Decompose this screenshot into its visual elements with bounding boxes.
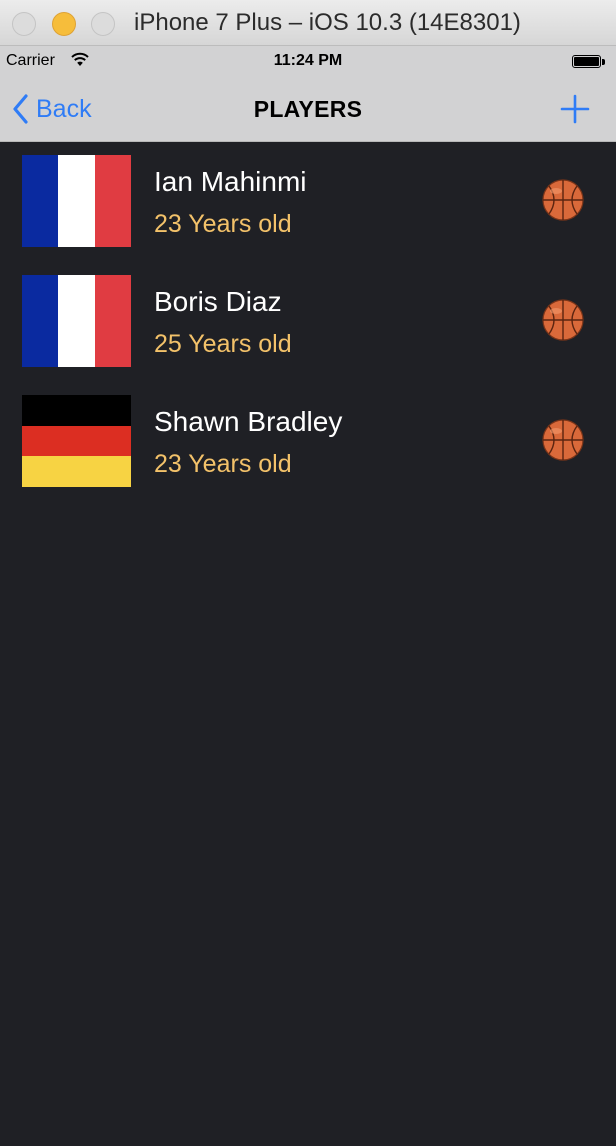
window-zoom-button[interactable] xyxy=(91,12,115,36)
player-name: Shawn Bradley xyxy=(154,406,343,437)
flag-band-red xyxy=(94,155,131,247)
germany-flag-icon xyxy=(22,395,131,488)
player-age: 23 Years old xyxy=(154,210,292,238)
flag-band-red xyxy=(22,425,131,457)
players-list: Ian Mahinmi 23 Years old Boris Diaz 25 Y… xyxy=(0,142,616,502)
window-title: iPhone 7 Plus – iOS 10.3 (14E8301) xyxy=(134,9,521,36)
player-row[interactable]: Shawn Bradley 23 Years old xyxy=(0,382,616,502)
battery-icon xyxy=(572,55,606,69)
flag-band-blue xyxy=(22,275,59,367)
basketball-icon[interactable] xyxy=(542,299,584,341)
status-time: 11:24 PM xyxy=(273,52,343,69)
flag-band-white xyxy=(58,155,95,247)
simulator-title-bar: iPhone 7 Plus – iOS 10.3 (14E8301) xyxy=(0,0,616,46)
window-close-button[interactable] xyxy=(12,12,36,36)
france-flag-icon xyxy=(22,275,131,367)
flag-band-red xyxy=(94,275,131,367)
player-row[interactable]: Boris Diaz 25 Years old xyxy=(0,262,616,382)
flag-band-white xyxy=(58,275,95,367)
basketball-icon[interactable] xyxy=(542,419,584,461)
window-minimize-button[interactable] xyxy=(52,12,76,36)
france-flag-icon xyxy=(22,155,131,247)
player-name: Boris Diaz xyxy=(154,286,282,317)
page-title: PLAYERS xyxy=(253,96,363,122)
flag-band-gold xyxy=(22,456,131,488)
player-age: 23 Years old xyxy=(154,450,292,478)
plus-icon[interactable] xyxy=(560,94,590,124)
navigation-bar: Back PLAYERS xyxy=(0,76,616,142)
flag-band-black xyxy=(22,395,131,426)
basketball-icon[interactable] xyxy=(542,179,584,221)
flag-band-blue xyxy=(22,155,59,247)
player-row[interactable]: Ian Mahinmi 23 Years old xyxy=(0,142,616,262)
player-name: Ian Mahinmi xyxy=(154,166,307,197)
status-bar: Carrier 11:24 PM xyxy=(0,46,616,76)
player-age: 25 Years old xyxy=(154,330,292,358)
